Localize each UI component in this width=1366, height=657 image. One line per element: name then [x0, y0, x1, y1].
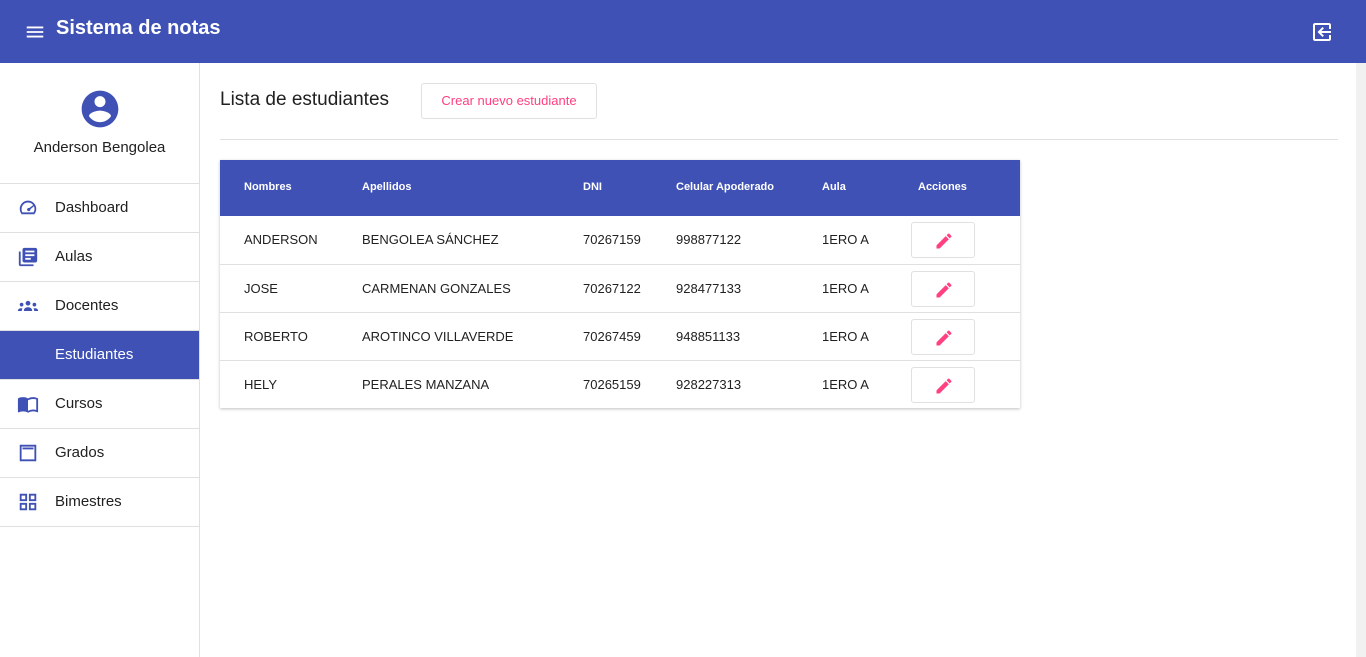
cell-dni: 70267159: [583, 232, 641, 247]
sidebar-item-grados[interactable]: Grados: [0, 429, 199, 478]
logout-icon[interactable]: [1310, 20, 1334, 44]
sidebar-item-dashboard[interactable]: Dashboard: [0, 184, 199, 233]
sidebar-item-label: Grados: [55, 444, 105, 461]
cell-nombres: HELY: [244, 377, 277, 392]
cell-aula: 1ERO A: [822, 281, 869, 296]
cell-aula: 1ERO A: [822, 377, 869, 392]
library-books-icon: [17, 246, 39, 268]
table-row: JOSE CARMENAN GONZALES 70267122 92847713…: [220, 264, 1020, 312]
menu-icon[interactable]: [24, 21, 46, 43]
pencil-icon: [936, 233, 952, 249]
cell-dni: 70265159: [583, 377, 641, 392]
page-title: Lista de estudiantes: [220, 89, 390, 110]
edit-button[interactable]: [911, 271, 975, 307]
sidebar-item-label: Docentes: [55, 297, 119, 314]
sidebar-item-bimestres[interactable]: Bimestres: [0, 478, 199, 527]
app-title: Sistema de notas: [56, 17, 221, 39]
table-row: HELY PERALES MANZANA 70265159 928227313 …: [220, 360, 1020, 408]
cell-dni: 70267459: [583, 329, 641, 344]
cell-aula: 1ERO A: [822, 232, 869, 247]
people-icon: [17, 295, 39, 317]
create-student-button[interactable]: Crear nuevo estudiante: [421, 83, 597, 119]
cell-celular: 998877122: [676, 232, 742, 247]
table-row: ROBERTO AROTINCO VILLAVERDE 70267459 948…: [220, 312, 1020, 360]
cell-celular: 928477133: [676, 281, 742, 296]
table-row: ANDERSON BENGOLEA SÁNCHEZ 70267159 99887…: [220, 216, 1020, 264]
account-circle-icon: [78, 87, 122, 131]
cell-celular: 948851133: [676, 329, 741, 344]
edit-button[interactable]: [911, 222, 975, 258]
sidebar-item-label: Cursos: [55, 395, 103, 412]
user-name: Anderson Bengolea: [33, 139, 166, 156]
cell-aula: 1ERO A: [822, 329, 869, 344]
sidebar-item-aulas[interactable]: Aulas: [0, 233, 199, 282]
pencil-icon: [936, 282, 952, 298]
cell-dni: 70267122: [583, 281, 641, 296]
pencil-icon: [936, 330, 952, 346]
cell-nombres: ANDERSON: [244, 232, 318, 247]
edit-button[interactable]: [911, 319, 975, 355]
main-content: Lista de estudiantes Crear nuevo estudia…: [200, 63, 1356, 657]
scrollbar[interactable]: [1356, 63, 1366, 657]
divider: [220, 139, 1338, 140]
column-header: Aula: [822, 181, 846, 193]
cell-nombres: JOSE: [244, 281, 278, 296]
cell-apellidos: CARMENAN GONZALES: [362, 281, 511, 296]
open-book-icon: [17, 393, 39, 415]
column-header: Acciones: [918, 181, 967, 193]
sidebar-item-estudiantes[interactable]: Estudiantes: [0, 331, 199, 380]
cell-apellidos: AROTINCO VILLAVERDE: [362, 329, 514, 344]
column-header: Apellidos: [362, 181, 412, 193]
sidebar: Anderson Bengolea Dashboard Aulas Docent…: [0, 63, 200, 657]
cell-apellidos: PERALES MANZANA: [362, 377, 490, 392]
top-app-bar: Sistema de notas: [0, 0, 1366, 63]
cell-nombres: ROBERTO: [244, 329, 308, 344]
table-body: ANDERSON BENGOLEA SÁNCHEZ 70267159 99887…: [220, 216, 1020, 408]
user-profile: Anderson Bengolea: [0, 63, 199, 184]
sidebar-item-cursos[interactable]: Cursos: [0, 380, 199, 429]
cell-apellidos: BENGOLEA SÁNCHEZ: [362, 232, 499, 247]
speedometer-icon: [17, 197, 39, 219]
students-table: Nombres Apellidos DNI Celular Apoderado …: [220, 160, 1020, 408]
pencil-icon: [936, 378, 952, 394]
edit-button[interactable]: [911, 367, 975, 403]
sidebar-item-label: Aulas: [55, 248, 93, 265]
sidebar-item-docentes[interactable]: Docentes: [0, 282, 199, 331]
sidebar-item-label: Estudiantes: [55, 346, 134, 363]
sidebar-item-label: Dashboard: [55, 199, 129, 216]
window-icon: [17, 442, 39, 464]
sidebar-item-label: Bimestres: [55, 493, 122, 510]
column-header: DNI: [583, 181, 602, 193]
column-header: Nombres: [244, 181, 292, 193]
column-header: Celular Apoderado: [676, 181, 774, 193]
grid-icon: [17, 491, 39, 513]
table-header: Nombres Apellidos DNI Celular Apoderado …: [220, 160, 1020, 216]
cell-celular: 928227313: [676, 377, 742, 392]
